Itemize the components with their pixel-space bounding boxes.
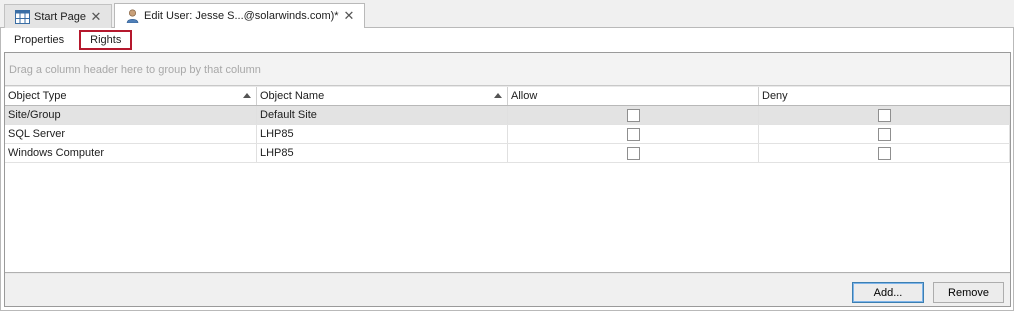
column-header-object-name[interactable]: Object Name	[257, 87, 508, 105]
deny-checkbox[interactable]	[877, 108, 891, 122]
column-header-label: Deny	[762, 90, 788, 102]
sub-tab-strip: Properties Rights	[3, 30, 136, 52]
user-icon	[126, 9, 139, 23]
rights-grid-frame: Drag a column header here to group by th…	[4, 52, 1011, 307]
allow-checkbox[interactable]	[626, 146, 640, 160]
cell-allow	[508, 106, 759, 124]
group-by-panel[interactable]: Drag a column header here to group by th…	[5, 53, 1010, 86]
table-row[interactable]: Windows Computer LHP85	[5, 144, 1010, 163]
cell-allow	[508, 125, 759, 143]
cell-object-type: Site/Group	[5, 106, 257, 124]
deny-checkbox[interactable]	[877, 127, 891, 141]
cell-deny	[759, 125, 1010, 143]
cell-object-name: LHP85	[257, 125, 508, 143]
table-row[interactable]: Site/Group Default Site	[5, 106, 1010, 125]
tab-edit-user[interactable]: Edit User: Jesse S...@solarwinds.com)* ✕	[114, 3, 365, 29]
remove-button[interactable]: Remove	[933, 282, 1004, 303]
cell-allow	[508, 144, 759, 162]
cell-deny	[759, 106, 1010, 124]
column-header-label: Allow	[511, 90, 538, 102]
cell-deny	[759, 144, 1010, 162]
tab-edit-user-label: Edit User: Jesse S...@solarwinds.com)*	[144, 10, 339, 22]
deny-checkbox[interactable]	[877, 146, 891, 160]
group-by-hint: Drag a column header here to group by th…	[9, 64, 261, 76]
cell-object-type: SQL Server	[5, 125, 257, 143]
edit-user-panel: Properties Rights Drag a column header h…	[0, 28, 1014, 311]
cell-object-name: Default Site	[257, 106, 508, 124]
column-header-allow[interactable]: Allow	[508, 87, 759, 105]
tab-start-page[interactable]: Start Page ✕	[4, 4, 112, 28]
close-icon[interactable]: ✕	[342, 8, 356, 24]
rights-grid: Object Type Object Name Allow Deny Site/…	[5, 87, 1010, 273]
tab-properties[interactable]: Properties	[3, 30, 75, 50]
tab-rights[interactable]: Rights	[79, 30, 133, 50]
close-icon[interactable]: ✕	[89, 9, 103, 25]
sort-ascending-icon	[243, 93, 251, 98]
column-header-object-type[interactable]: Object Type	[5, 87, 257, 105]
grid-footer: Add... Remove	[5, 274, 1010, 306]
grid-icon	[15, 9, 30, 24]
cell-object-name: LHP85	[257, 144, 508, 162]
column-header-label: Object Type	[8, 90, 67, 102]
sort-ascending-icon	[494, 93, 502, 98]
allow-checkbox[interactable]	[626, 127, 640, 141]
column-header-deny[interactable]: Deny	[759, 87, 1010, 105]
add-button[interactable]: Add...	[852, 282, 924, 303]
column-header-label: Object Name	[260, 90, 325, 102]
allow-checkbox[interactable]	[626, 108, 640, 122]
cell-object-type: Windows Computer	[5, 144, 257, 162]
document-tab-strip: Start Page ✕ Edit User: Jesse S...@solar…	[0, 0, 1014, 29]
grid-header: Object Type Object Name Allow Deny	[5, 87, 1010, 106]
table-row[interactable]: SQL Server LHP85	[5, 125, 1010, 144]
tab-start-page-label: Start Page	[34, 10, 86, 23]
